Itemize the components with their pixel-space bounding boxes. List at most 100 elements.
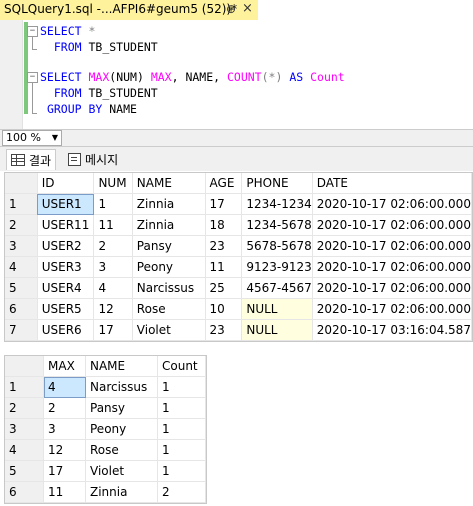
table-cell[interactable]: 9123-9123 xyxy=(241,256,313,278)
column-header[interactable]: NAME xyxy=(85,356,158,377)
row-number[interactable]: 4 xyxy=(5,256,38,278)
table-row[interactable]: 4 USER3 3 Peony 11 9123-9123 2020-10-17 02:06:… xyxy=(5,256,473,278)
table-cell[interactable]: 2 xyxy=(93,235,133,257)
table-cell[interactable]: Pansy xyxy=(85,397,158,419)
table-cell[interactable]: 2020-10-17 03:16:04.587 xyxy=(312,319,473,341)
table-cell[interactable]: NULL xyxy=(241,319,313,341)
table-cell[interactable]: 3 xyxy=(93,256,133,278)
table-cell[interactable]: Violet xyxy=(132,319,206,341)
table-row[interactable]: 5 17 Violet 1 xyxy=(5,460,206,482)
close-icon[interactable]: × xyxy=(242,1,253,16)
table-row[interactable]: 5 USER4 4 Narcissus 25 4567-4567 2020-10-17 02… xyxy=(5,277,473,299)
table-cell[interactable]: 23 xyxy=(205,319,243,341)
table-cell[interactable]: 2 xyxy=(157,481,206,503)
table-cell[interactable]: 2020-10-17 02:06:00.000 xyxy=(312,214,473,236)
table-cell[interactable]: Rose xyxy=(85,439,158,461)
table-cell[interactable]: 23 xyxy=(205,235,243,257)
row-number[interactable]: 4 xyxy=(5,439,44,461)
tab-messages[interactable]: 메시지 xyxy=(64,149,122,169)
pin-icon[interactable]: ⊕ xyxy=(226,2,236,16)
row-number[interactable]: 3 xyxy=(5,235,38,257)
column-header[interactable]: NAME xyxy=(132,173,206,194)
row-number[interactable]: 2 xyxy=(5,214,38,236)
row-number[interactable]: 6 xyxy=(5,298,38,320)
query-tab[interactable]: SQLQuery1.sql -...AFPI6#geum5 (52))* ⊕ × xyxy=(0,0,258,20)
table-row[interactable]: 2 USER11 11 Zinnia 18 1234-5678 2020-10-17 02:… xyxy=(5,214,473,236)
table-cell[interactable]: Narcissus xyxy=(85,376,158,398)
column-header[interactable]: AGE xyxy=(205,173,243,194)
table-cell[interactable]: 1 xyxy=(93,193,133,215)
column-header[interactable]: DATE xyxy=(312,173,473,194)
table-cell[interactable]: 4 xyxy=(93,277,133,299)
table-cell[interactable]: 1 xyxy=(157,439,206,461)
table-cell[interactable]: USER5 xyxy=(37,298,95,320)
row-number[interactable]: 1 xyxy=(5,376,44,398)
results-grid-2[interactable]: MAX NAME Count 1 4 Narcissus 1 2 2 Pansy 1 3 3 Peo… xyxy=(4,355,207,504)
table-cell[interactable]: Zinnia xyxy=(132,193,206,215)
table-cell[interactable]: 25 xyxy=(205,277,243,299)
table-cell[interactable]: 1234-1234 xyxy=(241,193,313,215)
table-cell[interactable]: Narcissus xyxy=(132,277,206,299)
table-cell[interactable]: USER6 xyxy=(37,319,95,341)
table-cell[interactable]: 2020-10-17 02:06:00.000 xyxy=(312,193,473,215)
table-cell[interactable]: Rose xyxy=(132,298,206,320)
table-cell[interactable]: Zinnia xyxy=(132,214,206,236)
table-row[interactable]: 4 12 Rose 1 xyxy=(5,439,206,461)
table-cell[interactable]: Pansy xyxy=(132,235,206,257)
table-cell[interactable]: Violet xyxy=(85,460,158,482)
column-header[interactable]: PHONE xyxy=(241,173,313,194)
collapse-icon[interactable]: − xyxy=(27,72,38,83)
table-cell[interactable]: 12 xyxy=(43,439,86,461)
table-row[interactable]: 6 11 Zinnia 2 xyxy=(5,481,206,503)
table-row[interactable]: 2 2 Pansy 1 xyxy=(5,397,206,419)
table-cell[interactable]: 17 xyxy=(205,193,243,215)
table-cell[interactable]: NULL xyxy=(241,298,313,320)
table-cell[interactable]: 11 xyxy=(205,256,243,278)
table-cell[interactable]: 17 xyxy=(43,460,86,482)
row-number[interactable]: 5 xyxy=(5,460,44,482)
table-cell[interactable]: 1234-5678 xyxy=(241,214,313,236)
table-cell[interactable]: 17 xyxy=(93,319,133,341)
table-cell[interactable]: 18 xyxy=(205,214,243,236)
table-cell[interactable]: 4 xyxy=(43,376,86,398)
column-header[interactable]: Count xyxy=(157,356,206,377)
tab-results[interactable]: 결과 xyxy=(6,149,57,170)
column-header[interactable]: MAX xyxy=(43,356,86,377)
table-cell[interactable]: 2020-10-17 02:06:00.000 xyxy=(312,298,473,320)
zoom-select[interactable]: 100 % ▼ xyxy=(2,130,62,146)
table-row[interactable]: 7 USER6 17 Violet 23 NULL 2020-10-17 03:16:04.… xyxy=(5,319,473,341)
table-cell[interactable]: 10 xyxy=(205,298,243,320)
table-cell[interactable]: 1 xyxy=(157,460,206,482)
table-row[interactable]: 6 USER5 12 Rose 10 NULL 2020-10-17 02:06:00.00… xyxy=(5,298,473,320)
table-cell[interactable]: Peony xyxy=(132,256,206,278)
table-cell[interactable]: 11 xyxy=(93,214,133,236)
query-editor[interactable]: − − SELECT * FROM TB_STUDENT SELECT MAX(… xyxy=(0,20,473,129)
table-cell[interactable]: 2020-10-17 02:06:00.000 xyxy=(312,256,473,278)
table-cell[interactable]: 3 xyxy=(43,418,86,440)
row-number[interactable]: 7 xyxy=(5,319,38,341)
table-cell[interactable]: USER2 xyxy=(37,235,95,257)
table-cell[interactable]: 12 xyxy=(93,298,133,320)
table-cell[interactable]: USER11 xyxy=(37,214,95,236)
table-cell[interactable]: 11 xyxy=(43,481,86,503)
row-number[interactable]: 5 xyxy=(5,277,38,299)
table-row[interactable]: 3 3 Peony 1 xyxy=(5,418,206,440)
table-cell[interactable]: 2020-10-17 02:06:00.000 xyxy=(312,277,473,299)
row-number[interactable]: 6 xyxy=(5,481,44,503)
table-cell[interactable]: 2020-10-17 02:06:00.000 xyxy=(312,235,473,257)
column-header[interactable]: ID xyxy=(37,173,95,194)
table-cell[interactable]: USER3 xyxy=(37,256,95,278)
table-row[interactable]: 1 4 Narcissus 1 xyxy=(5,376,206,398)
collapse-icon[interactable]: − xyxy=(27,26,38,37)
row-number[interactable]: 3 xyxy=(5,418,44,440)
table-cell[interactable]: 5678-5678 xyxy=(241,235,313,257)
table-cell[interactable]: Peony xyxy=(85,418,158,440)
row-number[interactable]: 1 xyxy=(5,193,38,215)
results-grid-1[interactable]: ID NUM NAME AGE PHONE DATE 1 USER1 1 Zinnia… xyxy=(4,172,473,342)
table-cell[interactable]: USER1 xyxy=(37,193,95,215)
table-cell[interactable]: 2 xyxy=(43,397,86,419)
table-cell[interactable]: Zinnia xyxy=(85,481,158,503)
column-header[interactable]: NUM xyxy=(93,173,133,194)
table-cell[interactable]: 1 xyxy=(157,376,206,398)
chevron-down-icon[interactable]: ▼ xyxy=(52,131,58,145)
